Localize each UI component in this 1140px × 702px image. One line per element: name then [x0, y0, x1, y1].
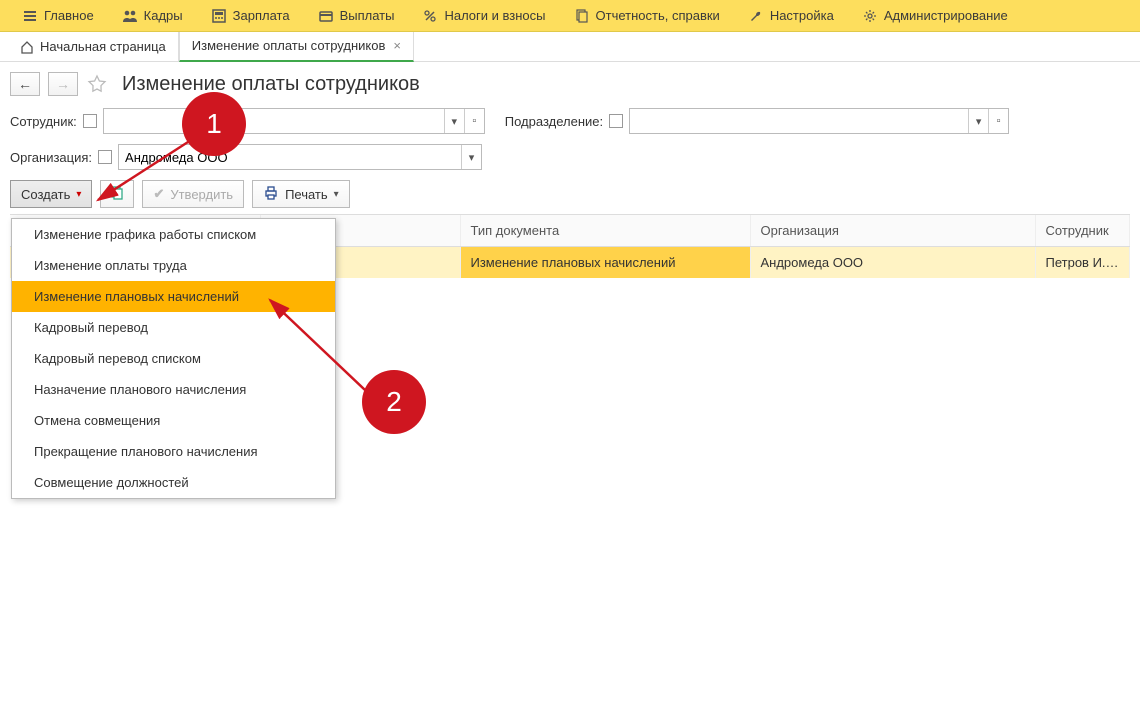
copy-icon — [109, 185, 125, 204]
menu-label: Зарплата — [233, 8, 290, 23]
dropdown-item[interactable]: Отмена совмещения — [12, 405, 335, 436]
percent-icon — [422, 8, 438, 24]
col-org[interactable]: Организация — [750, 215, 1035, 247]
department-field[interactable]: ▾ ▫ — [629, 108, 1009, 134]
menu-label: Выплаты — [340, 8, 395, 23]
header-row: ← → Изменение оплаты сотрудников — [10, 72, 1130, 96]
employee-label: Сотрудник: — [10, 114, 77, 129]
dropdown-item[interactable]: Изменение плановых начислений — [12, 281, 335, 312]
department-label: Подразделение: — [505, 114, 603, 129]
menu-label: Администрирование — [884, 8, 1008, 23]
annotation-circle-2: 2 — [362, 370, 426, 434]
open-dialog-icon[interactable]: ▫ — [464, 109, 484, 133]
tab-label: Начальная страница — [40, 39, 166, 54]
open-dialog-icon[interactable]: ▫ — [988, 109, 1008, 133]
chevron-down-icon[interactable]: ▾ — [968, 109, 988, 133]
wallet-icon — [318, 8, 334, 24]
org-label: Организация: — [10, 150, 92, 165]
cell-emp: Петров И.С., Раб — [1035, 247, 1130, 279]
cell-org: Андромеда ООО — [750, 247, 1035, 279]
create-button[interactable]: Создать ▾ — [10, 180, 92, 208]
check-icon: ✔ — [153, 186, 164, 202]
printer-icon — [263, 185, 279, 204]
employee-checkbox[interactable] — [83, 114, 97, 128]
tab-bar: Начальная страница Изменение оплаты сотр… — [0, 32, 1140, 62]
org-input[interactable] — [119, 145, 461, 169]
cell-type: Изменение плановых начислений — [460, 247, 750, 279]
filter-department: Подразделение: ▾ ▫ — [505, 108, 1009, 134]
create-label: Создать — [21, 187, 70, 202]
favorite-star-icon[interactable] — [86, 73, 108, 95]
copy-button[interactable] — [100, 180, 134, 208]
menu-item-nastroyka[interactable]: Настройка — [734, 0, 848, 32]
menu-item-kadry[interactable]: Кадры — [108, 0, 197, 32]
print-button[interactable]: Печать ▾ — [252, 180, 350, 208]
caret-down-icon: ▾ — [76, 189, 81, 200]
dropdown-item[interactable]: Изменение оплаты труда — [12, 250, 335, 281]
department-checkbox[interactable] — [609, 114, 623, 128]
annotation-circle-1: 1 — [182, 92, 246, 156]
employee-field[interactable]: ▾ ▫ — [103, 108, 485, 134]
employee-input[interactable] — [104, 109, 444, 133]
menu-item-otchet[interactable]: Отчетность, справки — [560, 0, 734, 32]
page-title: Изменение оплаты сотрудников — [122, 73, 420, 96]
action-toolbar: Создать ▾ ✔ Утвердить Печать ▾ — [10, 180, 1130, 208]
dropdown-item[interactable]: Совмещение должностей — [12, 467, 335, 498]
print-label: Печать — [285, 187, 328, 202]
filter-row-1: Сотрудник: ▾ ▫ Подразделение: ▾ ▫ — [10, 108, 1130, 134]
create-dropdown: Изменение графика работы списком Изменен… — [11, 218, 336, 499]
chevron-down-icon[interactable]: ▾ — [444, 109, 464, 133]
dropdown-item[interactable]: Кадровый перевод — [12, 312, 335, 343]
approve-label: Утвердить — [170, 187, 233, 202]
dropdown-item[interactable]: Изменение графика работы списком — [12, 219, 335, 250]
department-input[interactable] — [630, 109, 968, 133]
tab-start-page[interactable]: Начальная страница — [8, 32, 179, 62]
annotation-number: 2 — [386, 386, 402, 418]
tab-change-payment[interactable]: Изменение оплаты сотрудников × — [179, 32, 414, 62]
gear-icon — [862, 8, 878, 24]
filter-employee: Сотрудник: ▾ ▫ — [10, 108, 485, 134]
caret-down-icon: ▾ — [334, 189, 339, 200]
col-employee[interactable]: Сотрудник — [1035, 215, 1130, 247]
hamburger-icon — [22, 8, 38, 24]
menu-item-zarplata[interactable]: Зарплата — [197, 0, 304, 32]
menu-label: Настройка — [770, 8, 834, 23]
close-icon[interactable]: × — [393, 38, 401, 53]
wrench-icon — [748, 8, 764, 24]
org-field[interactable]: ▾ — [118, 144, 482, 170]
dropdown-item[interactable]: Назначение планового начисления — [12, 374, 335, 405]
main-menubar: Главное Кадры Зарплата Выплаты Налоги и … — [0, 0, 1140, 32]
dropdown-item[interactable]: Кадровый перевод списком — [12, 343, 335, 374]
menu-item-nalogi[interactable]: Налоги и взносы — [408, 0, 559, 32]
nav-forward-button[interactable]: → — [48, 72, 78, 96]
menu-item-vyplaty[interactable]: Выплаты — [304, 0, 409, 32]
org-checkbox[interactable] — [98, 150, 112, 164]
annotation-number: 1 — [206, 108, 222, 140]
filter-org: Организация: ▾ — [10, 144, 482, 170]
menu-item-admin[interactable]: Администрирование — [848, 0, 1022, 32]
menu-item-main[interactable]: Главное — [8, 0, 108, 32]
col-type[interactable]: Тип документа — [460, 215, 750, 247]
tab-label: Изменение оплаты сотрудников — [192, 38, 386, 53]
approve-button[interactable]: ✔ Утвердить — [142, 180, 244, 208]
chevron-down-icon[interactable]: ▾ — [461, 145, 481, 169]
menu-label: Отчетность, справки — [596, 8, 720, 23]
dropdown-item[interactable]: Прекращение планового начисления — [12, 436, 335, 467]
menu-label: Налоги и взносы — [444, 8, 545, 23]
nav-back-button[interactable]: ← — [10, 72, 40, 96]
people-icon — [122, 8, 138, 24]
menu-label: Главное — [44, 8, 94, 23]
calculator-icon — [211, 8, 227, 24]
filter-row-2: Организация: ▾ — [10, 144, 1130, 170]
menu-label: Кадры — [144, 8, 183, 23]
documents-icon — [574, 8, 590, 24]
home-icon — [20, 40, 34, 54]
